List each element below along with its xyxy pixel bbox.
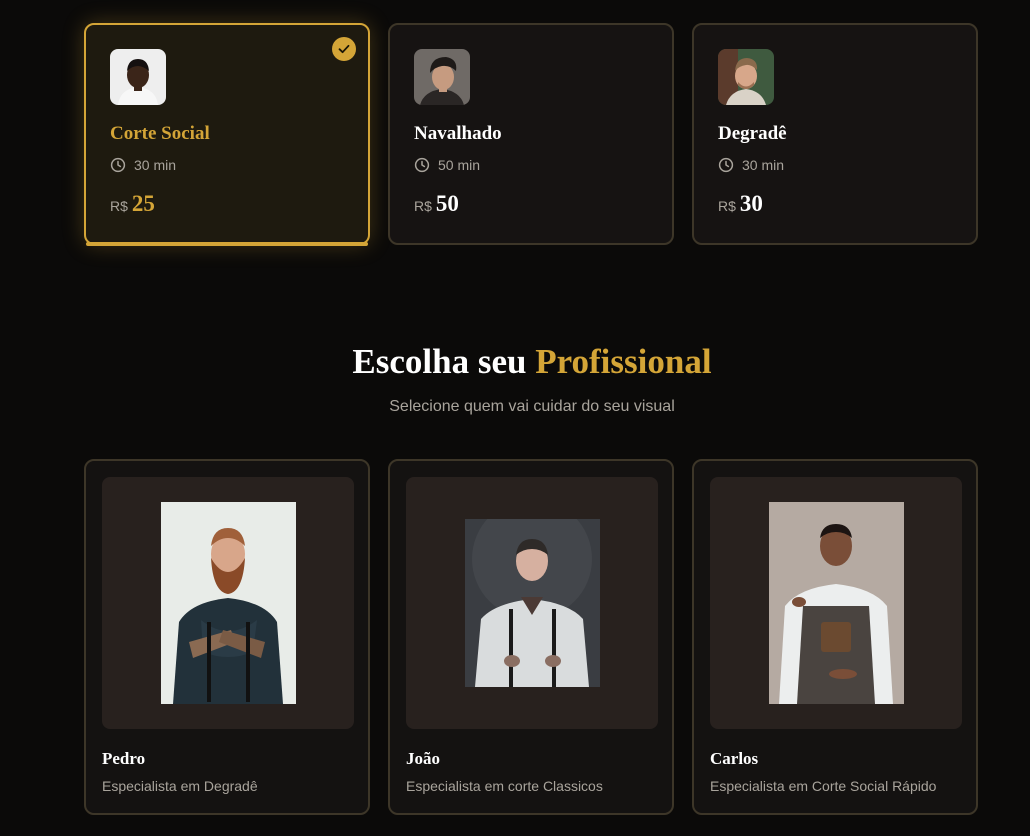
professional-photo xyxy=(768,502,904,704)
professional-card-joao[interactable]: João Especialista em corte Classicos xyxy=(388,459,674,815)
service-price: R$ 30 xyxy=(718,191,952,217)
duration-text: 50 min xyxy=(438,157,481,173)
duration-text: 30 min xyxy=(742,157,785,173)
professional-name: João xyxy=(406,749,440,768)
professional-name: Carlos xyxy=(710,749,759,768)
service-card-corte-social[interactable]: Corte Social 30 min R$ 25 xyxy=(84,23,370,246)
service-price: R$ 25 xyxy=(110,191,344,217)
professional-name: Pedro xyxy=(102,749,146,768)
service-duration: 50 min xyxy=(414,157,648,173)
clock-icon xyxy=(718,157,734,173)
price-value: 30 xyxy=(739,191,763,216)
professional-specialty: Especialista em Degradê xyxy=(102,778,258,794)
service-card-degrade[interactable]: Degradê 30 min R$ 30 xyxy=(692,23,978,245)
price-value: 50 xyxy=(435,191,459,216)
service-thumbnail xyxy=(110,49,166,105)
selected-indicator xyxy=(86,242,368,246)
professional-photo-frame xyxy=(406,477,658,729)
price-currency: R$ xyxy=(718,198,736,214)
service-card-navalhado[interactable]: Navalhado 50 min R$ 50 xyxy=(388,23,674,245)
section-title-prefix: Escolha seu xyxy=(352,342,536,381)
professional-photo xyxy=(464,519,600,687)
professional-card-carlos[interactable]: Carlos Especialista em Corte Social Rápi… xyxy=(692,459,978,815)
duration-text: 30 min xyxy=(134,157,177,173)
service-title: Corte Social xyxy=(110,123,210,144)
professional-list: Pedro Especialista em Degradê João Espec… xyxy=(84,459,978,815)
price-currency: R$ xyxy=(414,198,432,214)
price-currency: R$ xyxy=(110,198,128,214)
service-thumbnail xyxy=(718,49,774,105)
clock-icon xyxy=(414,157,430,173)
service-title: Navalhado xyxy=(414,123,502,144)
clock-icon xyxy=(110,157,126,173)
professional-photo xyxy=(160,502,296,704)
section-subtitle: Selecione quem vai cuidar do seu visual xyxy=(389,398,675,415)
professional-photo-frame xyxy=(102,477,354,729)
service-title: Degradê xyxy=(718,123,787,144)
service-duration: 30 min xyxy=(110,157,344,173)
professional-specialty: Especialista em corte Classicos xyxy=(406,778,603,794)
service-list: Corte Social 30 min R$ 25 Navalhado 50 m… xyxy=(84,23,978,246)
professional-specialty: Especialista em Corte Social Rápido xyxy=(710,778,937,794)
professional-photo-frame xyxy=(710,477,962,729)
service-duration: 30 min xyxy=(718,157,952,173)
professional-card-pedro[interactable]: Pedro Especialista em Degradê xyxy=(84,459,370,815)
service-thumbnail xyxy=(414,49,470,105)
check-icon xyxy=(332,37,356,61)
section-title: Escolha seu Profissional xyxy=(0,342,1030,382)
page: Corte Social 30 min R$ 25 Navalhado 50 m… xyxy=(0,0,1030,836)
service-price: R$ 50 xyxy=(414,191,648,217)
section-title-accent: Profissional xyxy=(535,342,712,381)
price-value: 25 xyxy=(131,191,155,216)
